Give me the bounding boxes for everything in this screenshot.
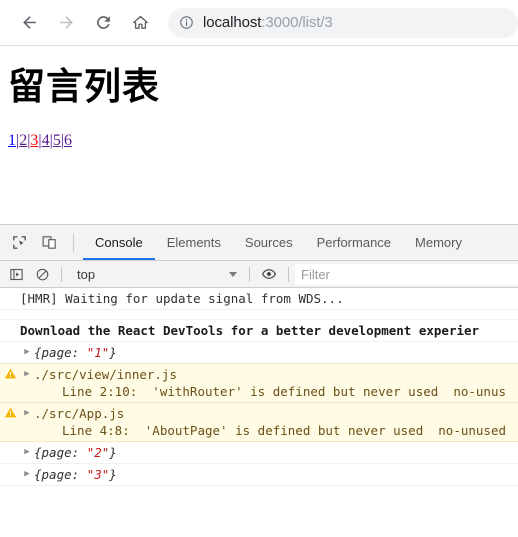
message-gutter	[0, 344, 20, 345]
console-message-object-page-2[interactable]: ▶ {page: "2"}	[0, 442, 518, 464]
expand-arrow-icon[interactable]: ▶	[20, 366, 34, 383]
warning-file-path: ./src/App.js	[34, 406, 125, 421]
home-button[interactable]	[125, 8, 155, 38]
pagination-link-1[interactable]: 1	[8, 132, 16, 149]
console-message-hmr[interactable]: [HMR] Waiting for update signal from WDS…	[0, 288, 518, 310]
back-button[interactable]	[14, 8, 44, 38]
toolbar-divider	[73, 233, 74, 252]
pagination-link-6[interactable]: 6	[64, 132, 72, 149]
browser-toolbar: localhost:3000/list/3	[0, 0, 518, 46]
object-suffix: }	[109, 467, 117, 482]
chevron-down-icon	[229, 271, 237, 277]
reload-icon	[96, 16, 110, 29]
console-context-value: top	[77, 266, 96, 282]
home-icon	[132, 15, 148, 29]
console-message-text: {page: "2"}	[34, 444, 518, 461]
clear-console-icon[interactable]	[29, 261, 55, 287]
console-message-text: {page: "3"}	[34, 466, 518, 483]
info-circle-icon[interactable]	[179, 15, 194, 30]
console-message-react-devtools[interactable]: Download the React DevTools for a better…	[0, 320, 518, 342]
tab-memory-label: Memory	[415, 235, 462, 250]
console-message-text: {page: "1"}	[34, 344, 518, 361]
console-message-object-page-3[interactable]: ▶ {page: "3"}	[0, 464, 518, 486]
tab-sources[interactable]: Sources	[233, 225, 305, 260]
object-prefix: {page:	[34, 345, 87, 360]
object-value: "3"	[86, 467, 110, 482]
url-path: :3000/list/3	[261, 14, 333, 31]
console-message-text: ./src/view/inner.js Line 2:10: 'withRoute…	[34, 366, 518, 400]
tab-performance[interactable]: Performance	[305, 225, 403, 260]
pagination-link-5[interactable]: 5	[53, 132, 61, 149]
url-host: localhost	[203, 14, 262, 31]
arrow-right-icon	[59, 16, 73, 29]
message-gutter	[0, 444, 20, 445]
pagination-link-4[interactable]: 4	[42, 132, 50, 149]
console-message-warning-app-js[interactable]: ▶ ./src/App.js Line 4:8: 'AboutPage' is d…	[0, 402, 518, 442]
console-sidebar-icon[interactable]	[3, 261, 29, 287]
console-message-text: ./src/App.js Line 4:8: 'AboutPage' is def…	[34, 405, 518, 439]
object-value: "1"	[86, 345, 110, 360]
console-message-blank	[0, 310, 518, 320]
warning-detail: Line 4:8: 'AboutPage' is defined but nev…	[62, 423, 507, 438]
tab-performance-label: Performance	[316, 235, 392, 250]
console-message-list[interactable]: [HMR] Waiting for update signal from WDS…	[0, 288, 518, 537]
message-gutter	[0, 466, 20, 467]
pagination-link-2[interactable]: 2	[19, 132, 27, 149]
warning-detail: Line 2:10: 'withRouter' is defined but n…	[62, 384, 507, 399]
object-value: "2"	[86, 445, 110, 460]
tab-elements[interactable]: Elements	[155, 225, 233, 260]
message-gutter	[0, 310, 20, 311]
warning-file-path: ./src/view/inner.js	[34, 367, 177, 382]
console-message-object-page-1[interactable]: ▶ {page: "1"}	[0, 342, 518, 364]
forward-button	[51, 8, 81, 38]
object-suffix: }	[109, 445, 117, 460]
warning-icon	[0, 405, 20, 419]
url-text: localhost:3000/list/3	[203, 14, 333, 31]
tab-console[interactable]: Console	[83, 225, 155, 260]
object-suffix: }	[109, 345, 117, 360]
console-message-text: [HMR] Waiting for update signal from WDS…	[20, 291, 344, 306]
warning-icon	[0, 366, 20, 380]
devtools-panel: Console Elements Sources Performance Mem…	[0, 224, 518, 537]
devtools-tabbar: Console Elements Sources Performance Mem…	[0, 225, 518, 261]
object-prefix: {page:	[34, 445, 87, 460]
console-message-text: Download the React DevTools for a better…	[20, 323, 480, 338]
console-message-warning-inner-js[interactable]: ▶ ./src/view/inner.js Line 2:10: 'withRou…	[0, 363, 518, 403]
toolbar-divider	[249, 266, 250, 282]
page-viewport: 留言列表 1|2|3|4|5|6	[0, 46, 518, 223]
tab-console-label: Console	[95, 235, 143, 250]
device-toolbar-icon[interactable]	[34, 225, 64, 260]
tab-memory[interactable]: Memory	[403, 225, 474, 260]
console-filter-input[interactable]	[295, 263, 518, 285]
page-title: 留言列表	[8, 65, 160, 108]
toolbar-divider	[61, 266, 62, 282]
tab-sources-label: Sources	[244, 235, 293, 250]
expand-arrow-icon[interactable]: ▶	[20, 444, 34, 461]
expand-arrow-icon[interactable]: ▶	[20, 466, 34, 483]
toolbar-divider	[288, 266, 289, 282]
object-prefix: {page:	[34, 467, 87, 482]
console-context-select[interactable]: top	[68, 264, 243, 285]
reload-button[interactable]	[88, 8, 118, 38]
expand-arrow-icon[interactable]: ▶	[20, 344, 34, 361]
message-gutter	[0, 290, 20, 291]
console-toolbar: top	[0, 261, 518, 288]
pagination: 1|2|3|4|5|6	[8, 132, 510, 149]
inspect-element-icon[interactable]	[4, 225, 34, 260]
tab-elements-label: Elements	[166, 235, 221, 250]
message-gutter	[0, 322, 20, 323]
live-expression-icon[interactable]	[256, 261, 282, 287]
address-bar[interactable]: localhost:3000/list/3	[168, 7, 518, 38]
expand-arrow-icon[interactable]: ▶	[20, 405, 34, 422]
arrow-left-icon	[22, 16, 36, 29]
